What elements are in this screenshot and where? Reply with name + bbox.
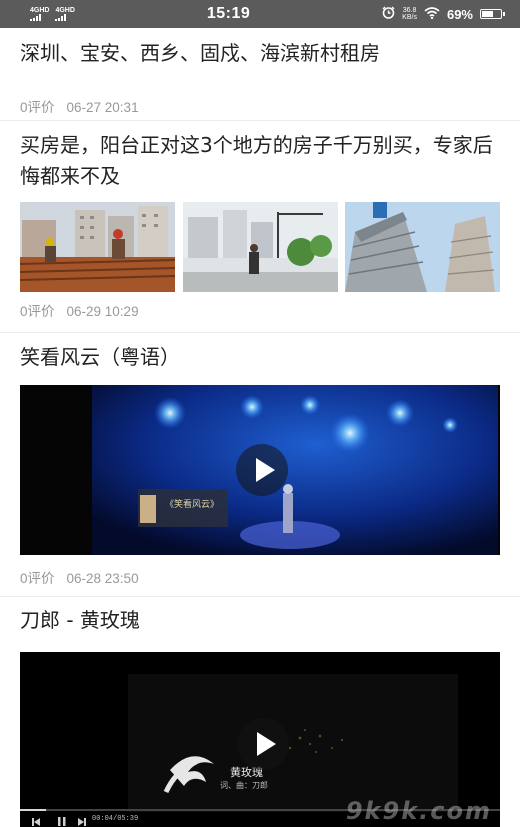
item-time: 06-27 20:31	[66, 100, 139, 115]
feed-item[interactable]: 笑看风云（粤语） 《笑看风云》 0评价 06-28 23:50	[20, 342, 500, 587]
comment-count: 0评价	[20, 571, 55, 586]
signal-indicators: 4GHD 4GHD	[30, 7, 75, 21]
thumbnail-construction[interactable]	[20, 202, 175, 292]
divider	[0, 120, 520, 121]
item-title[interactable]: 刀郎 - 黄玫瑰	[20, 605, 500, 636]
play-button[interactable]	[236, 444, 288, 496]
network-speed: 36.8 KB/s	[402, 7, 417, 21]
battery-icon	[480, 9, 505, 19]
wifi-icon	[424, 6, 440, 22]
divider	[0, 596, 520, 597]
thumbnail-towers[interactable]	[345, 202, 500, 292]
item-meta: 0评价 06-27 20:31	[20, 96, 500, 116]
video-player[interactable]: 黄玫瑰 词、曲：刀郎 00:04/05:39 9k9k.com	[20, 652, 500, 827]
play-button[interactable]	[237, 718, 289, 770]
item-time: 06-29 10:29	[66, 304, 139, 319]
video-player[interactable]: 《笑看风云》	[20, 385, 500, 555]
item-title[interactable]: 买房是，阳台正对这3个地方的房子千万别买，专家后悔都来不及	[20, 130, 500, 192]
thumbnail-row	[20, 202, 500, 292]
feed-item[interactable]: 买房是，阳台正对这3个地方的房子千万别买，专家后悔都来不及 0评价 06-29 …	[20, 130, 500, 320]
signal-label-2: 4GHD	[55, 7, 75, 14]
item-title[interactable]: 深圳、宝安、西乡、固戍、海滨新村租房	[20, 38, 500, 69]
video-caption: 《笑看风云》	[165, 500, 220, 510]
status-bar: 4GHD 4GHD 15:19 36.8 KB/s 69%	[0, 0, 520, 28]
video-subcaption: 词、曲：刀郎	[220, 781, 268, 790]
watermark-logo: 9k9k.com	[345, 797, 492, 825]
signal-icon: 4GHD	[30, 7, 49, 21]
item-title[interactable]: 笑看风云（粤语）	[20, 342, 500, 373]
feed-item[interactable]: 深圳、宝安、西乡、固戍、海滨新村租房 0评价 06-27 20:31	[20, 38, 500, 116]
alarm-icon	[382, 6, 395, 22]
comment-count: 0评价	[20, 304, 55, 319]
item-meta: 0评价 06-28 23:50	[20, 567, 500, 587]
signal-label: 4GHD	[30, 7, 50, 14]
status-time: 15:19	[206, 5, 251, 22]
speed-value: 36.8	[402, 7, 417, 14]
comment-count: 0评价	[20, 100, 55, 115]
feed-item[interactable]: 刀郎 - 黄玫瑰 黄玫瑰 词、曲：刀郎 00:04/05:39 9k9k.com	[20, 605, 500, 827]
item-meta: 0评价 06-29 10:29	[20, 300, 500, 320]
item-time: 06-28 23:50	[66, 571, 139, 586]
thumbnail-street[interactable]	[182, 202, 338, 292]
divider	[0, 332, 520, 333]
battery-percent: 69%	[446, 6, 473, 22]
speed-unit: KB/s	[402, 14, 417, 21]
signal-icon-2: 4GHD	[55, 7, 75, 21]
status-right: 36.8 KB/s 69%	[382, 6, 505, 22]
